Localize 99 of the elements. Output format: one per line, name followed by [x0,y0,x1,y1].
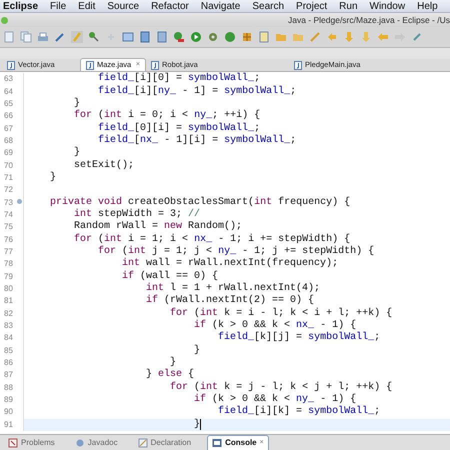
line-number: 63 [3,75,13,84]
code-line: int l = 1 + rWall.nextInt(4); [145,284,320,294]
code-line: field_[i][0] = symbolWall_; [97,74,260,84]
arrow-down-icon[interactable] [343,31,355,43]
line-number: 68 [3,136,13,145]
code-line: field_[i][k] = symbolWall_; [217,407,380,418]
line-number: 87 [3,371,13,380]
interface-icon[interactable] [258,31,270,43]
window-icon[interactable] [122,31,134,43]
code-line: int stepWidth = 3; // [73,210,200,220]
line-number: 71 [3,174,13,182]
run-icon[interactable] [190,31,202,43]
panel-tab[interactable]: Problems [4,436,59,450]
code-line: } [193,346,200,356]
menu-item[interactable]: Search [252,0,284,14]
window-title: Java - Pledge/src/Maze.java - Eclipse - /Us [288,14,450,26]
text-cursor [200,419,202,430]
line-number: 77 [3,248,13,256]
code-line: for (int j = 1; j < ny_ - 1; j += stepWidth) { [97,246,374,257]
code-line: field_[i][ny_ - 1] = symbolWall_; [97,86,296,97]
panel-tab[interactable]: Javadoc [70,436,122,450]
code-line: for (int i = 1; i < nx_ - 1; i += stepWidth) { [73,234,350,245]
menu-item[interactable]: Window [370,0,406,14]
menu-item[interactable]: Help [417,0,438,14]
window-zoom-button[interactable] [1,16,8,24]
console-icon [212,438,222,448]
code-line: if (rWall.nextInt(2) == 0) { [145,296,314,306]
line-number: 75 [3,223,13,232]
arrow-left-icon[interactable] [377,31,389,43]
arrow-down-icon[interactable] [360,31,372,43]
java-file-icon [151,60,159,70]
page-icon[interactable] [156,31,168,43]
copy-icon[interactable] [20,31,32,43]
code-line: Random rWall = new Random(); [73,222,242,232]
error-icon [8,438,18,448]
menu-item[interactable]: File [50,0,66,14]
java-file-icon [86,60,94,70]
code-line: } [73,148,80,158]
code-line: field_[0][i] = symbolWall_; [97,124,260,134]
code-line: setExit(); [73,160,134,171]
printer-icon[interactable] [37,31,49,43]
line-number: 72 [3,186,13,194]
code-line: field_[nx_ - 1][i] = symbolWall_; [97,136,296,146]
panel-tab[interactable]: Declaration [134,436,196,450]
code-line: field_[k][j] = symbolWall_; [217,333,380,344]
line-number: 66 [3,112,13,120]
code-line: for (int i = 0; i < ny_; ++i) { [73,111,260,122]
line-number: 83 [3,322,13,330]
code-line: for (int k = j - l; k < j + l; ++k) { [169,382,392,393]
line-number: 73 [3,198,13,207]
folder-icon[interactable] [275,31,287,43]
java-file-icon [294,60,302,70]
code-line: if (k > 0 && k < nx_ - 1) { [193,321,356,332]
code-line: } [169,358,176,368]
line-number: 90 [3,408,13,416]
code-line: private void createObstaclesSmart(int frequency) { [49,198,350,208]
debug-icon[interactable] [173,31,185,43]
menu-item[interactable]: Project [296,0,328,14]
line-number: 80 [3,285,13,294]
line-number: 81 [3,297,13,306]
line-number: 88 [3,384,13,392]
code-line: if (wall == 0) { [121,272,218,282]
code-line: if (k > 0 && k < ny_ - 1) { [193,395,356,406]
fold-marker-icon[interactable] [17,199,22,204]
code-line: } [193,419,202,430]
line-number: 79 [3,272,13,281]
code-line: int wall = rWall.nextInt(frequency); [121,259,338,270]
line-number: 89 [3,396,13,404]
line-number: 76 [3,236,13,244]
line-number: 78 [3,260,13,268]
line-number: 69 [3,149,13,158]
line-number: 74 [3,210,13,219]
menu-item[interactable]: Navigate [200,0,240,14]
circle-icon [74,438,85,448]
line-number: 64 [3,88,13,96]
line-number: 84 [3,334,13,342]
code-line: } else { [145,370,194,380]
java-file-icon [7,60,15,70]
menu-item[interactable]: Source [107,0,140,14]
code-line: } [73,98,80,109]
line-number: 82 [3,310,13,318]
code-line: } [49,172,56,183]
code-line: for (int k = i - l; k < i + l; ++k) { [169,308,392,319]
arrow-left-icon[interactable] [326,31,338,43]
menu-item[interactable]: Run [339,0,358,14]
page-icon[interactable] [139,31,151,43]
line-number: 86 [3,359,13,368]
menu-item[interactable]: Edit [78,0,96,14]
line-number: 70 [3,162,13,170]
menu-item[interactable]: Refactor [151,0,189,14]
document-icon [138,438,148,448]
app-menu[interactable]: Eclipse [3,0,38,14]
line-number: 67 [3,124,13,133]
line-number: 91 [3,420,13,429]
new-file-icon[interactable] [3,31,15,43]
package-icon[interactable] [241,31,253,43]
line-number: 65 [3,100,13,108]
folder-icon[interactable] [292,31,304,43]
line-number: 85 [3,346,13,355]
